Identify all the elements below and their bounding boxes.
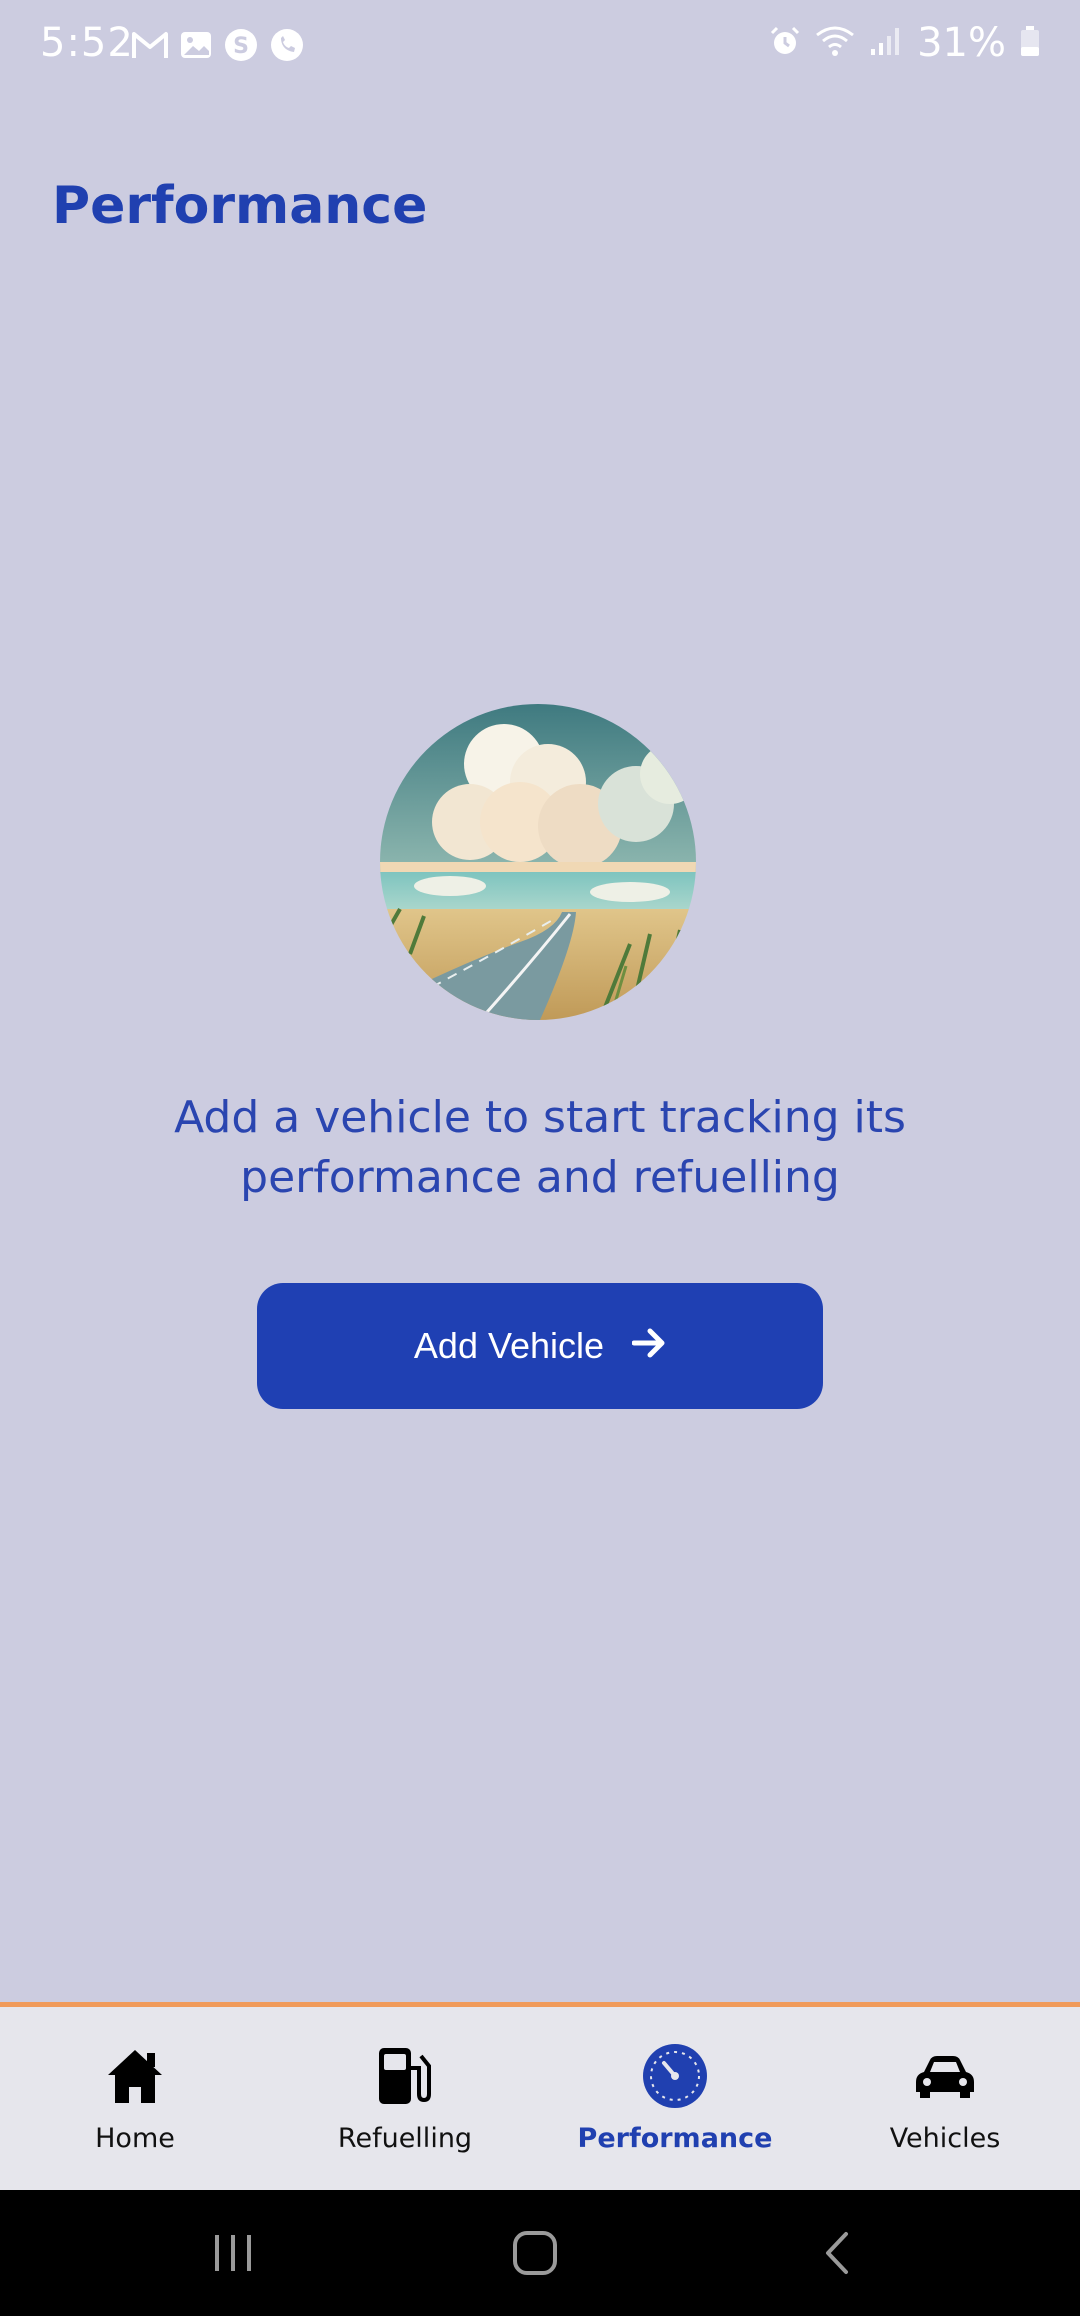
empty-state-message: Add a vehicle to start tracking its perf… [174, 1092, 906, 1203]
status-time: 5:52 [40, 20, 134, 66]
fuel-pump-icon [370, 2041, 440, 2111]
signal-icon [869, 25, 903, 61]
svg-text:S: S [233, 34, 249, 59]
wifi-icon [815, 25, 855, 61]
nav-item-vehicles[interactable]: Vehicles [810, 2007, 1080, 2190]
skype-icon: S [224, 28, 258, 66]
notification-icons: S [132, 28, 304, 66]
nav-item-refuelling[interactable]: Refuelling [270, 2007, 540, 2190]
battery-percent: 31% [917, 20, 1006, 66]
page-title: Performance [52, 176, 428, 236]
arrow-right-icon [631, 1325, 666, 1367]
home-icon [100, 2041, 170, 2111]
back-button[interactable] [802, 2220, 872, 2286]
add-vehicle-button-label: Add Vehicle [413, 1325, 605, 1366]
nav-label-performance: Performance [577, 2123, 773, 2154]
gallery-icon [180, 29, 212, 65]
nav-label-refuelling: Refuelling [337, 2123, 473, 2154]
viber-icon [270, 28, 304, 66]
car-icon [910, 2041, 980, 2111]
alarm-icon [769, 25, 801, 61]
speedometer-icon [640, 2041, 710, 2111]
status-bar: 5:52 S 31% [0, 0, 1080, 96]
nav-label-vehicles: Vehicles [889, 2123, 1001, 2154]
nav-item-performance[interactable]: Performance [540, 2007, 810, 2190]
gmail-icon [132, 30, 168, 64]
road-landscape-illustration [380, 704, 696, 1020]
system-navigation-bar [0, 2190, 1080, 2316]
system-status-icons: 31% [769, 20, 1040, 66]
nav-label-home: Home [95, 2123, 175, 2154]
recent-apps-button[interactable] [198, 2220, 268, 2286]
add-vehicle-button[interactable]: Add Vehicle [257, 1283, 823, 1409]
nav-item-home[interactable]: Home [0, 2007, 270, 2190]
battery-icon [1020, 25, 1040, 61]
bottom-navigation: Home Refuelling Performance Vehicles [0, 2002, 1080, 2190]
home-button[interactable] [500, 2220, 570, 2286]
